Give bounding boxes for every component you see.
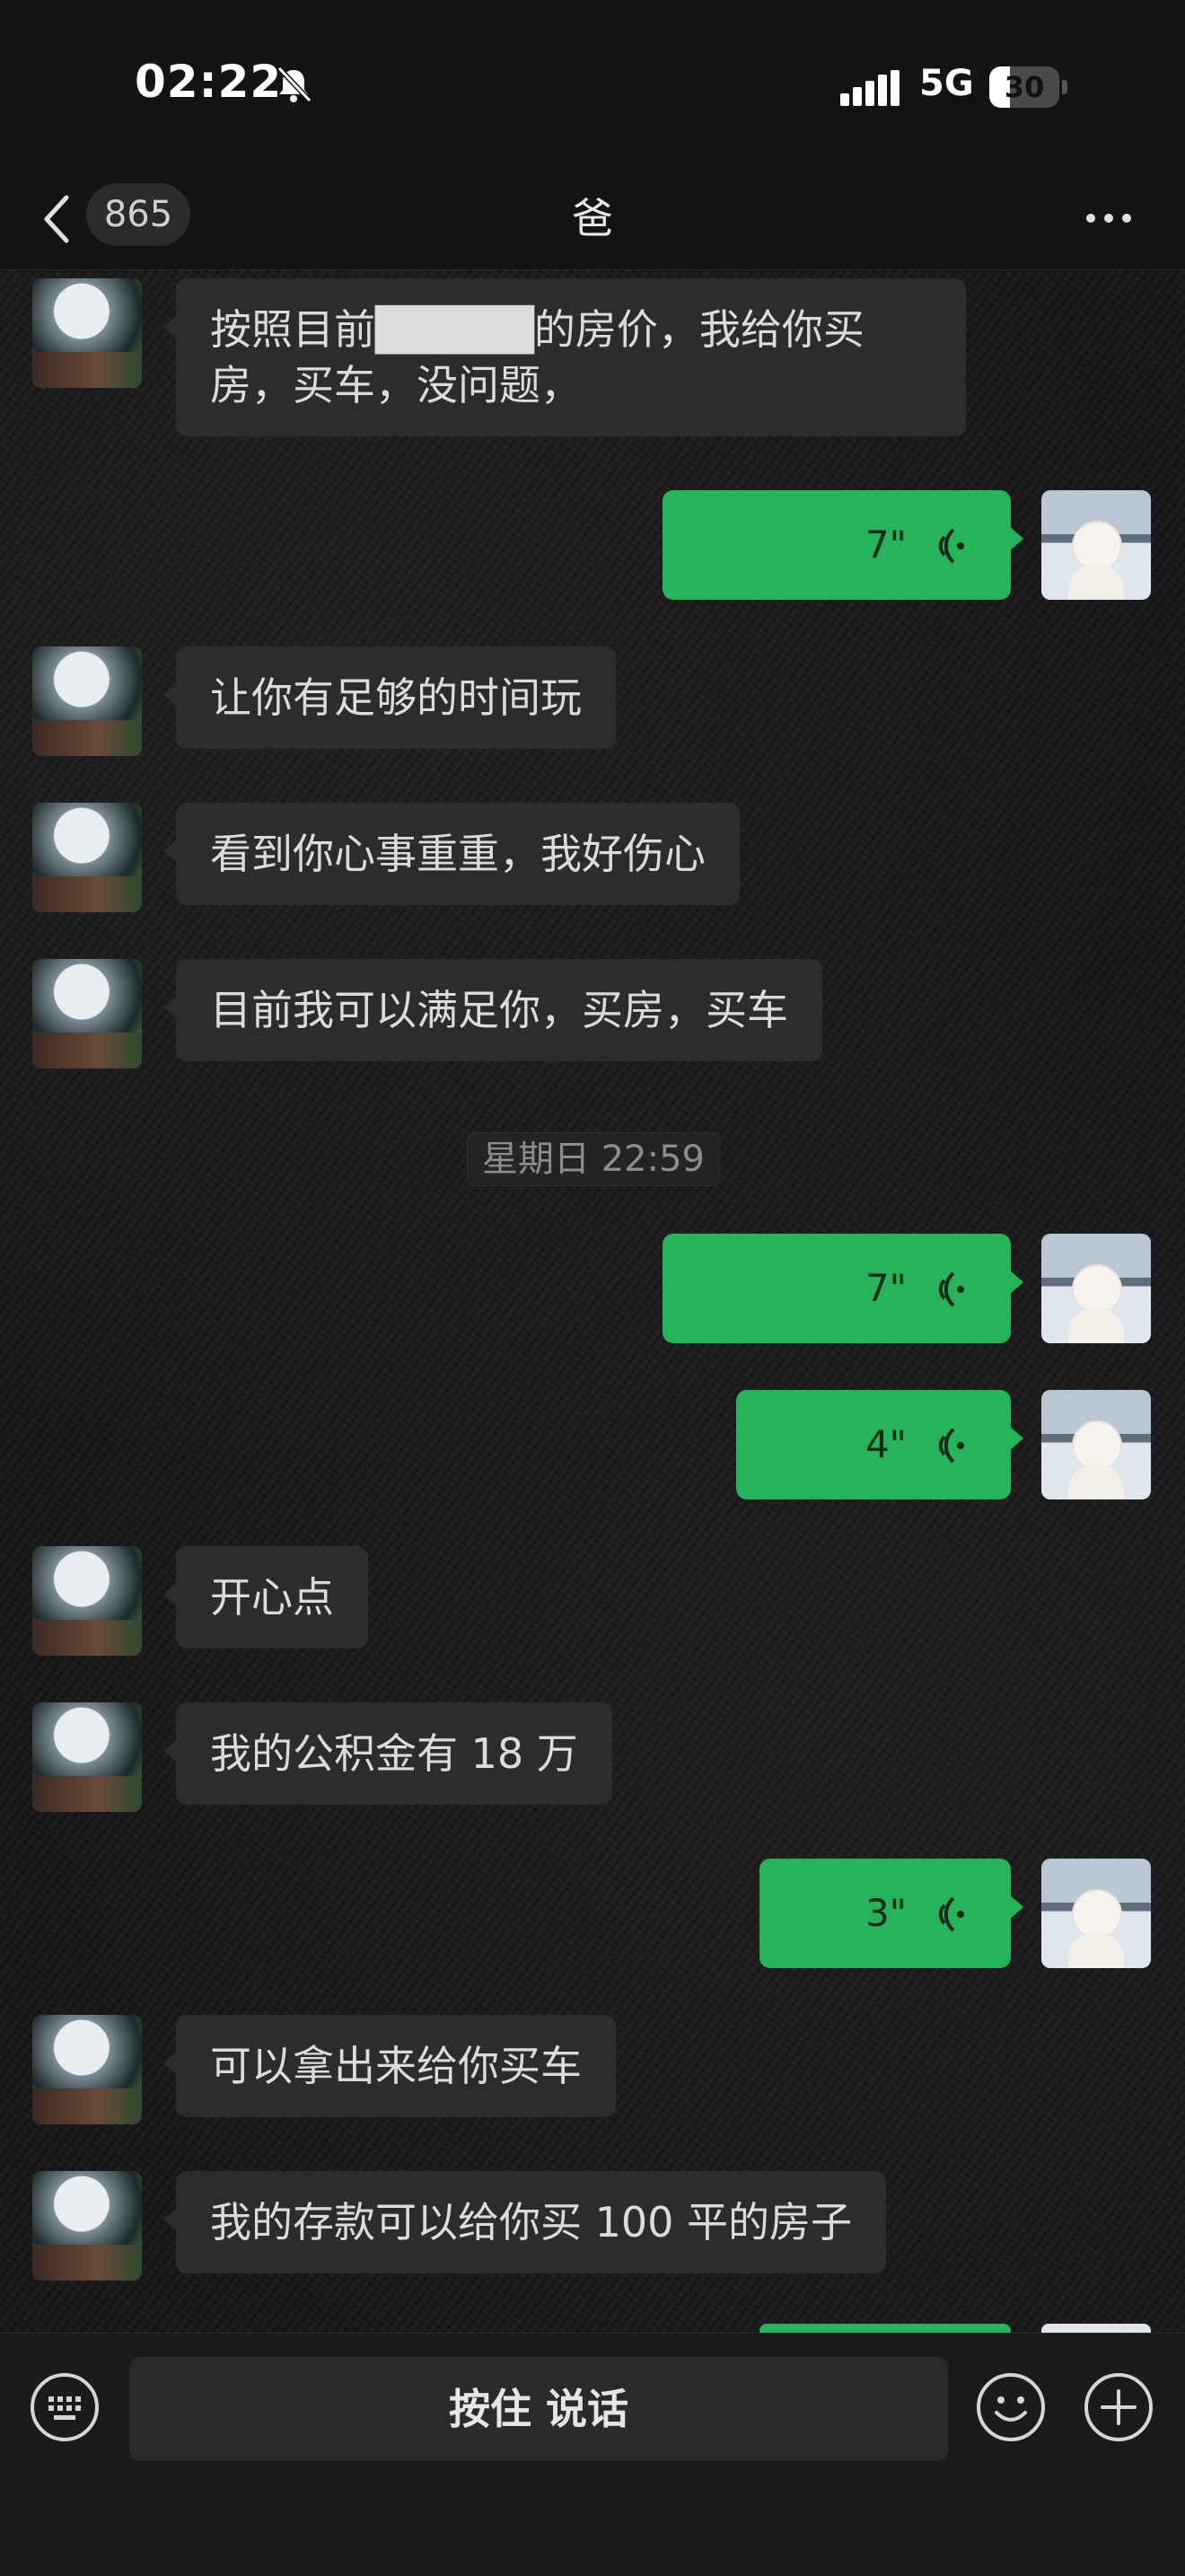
contact-avatar[interactable] (32, 1546, 142, 1656)
plus-icon[interactable] (1083, 2371, 1154, 2443)
contact-avatar[interactable] (32, 959, 142, 1068)
voice-wave-icon (938, 1428, 964, 1464)
signal-icon (840, 70, 900, 106)
message-bubble[interactable]: 目前我可以满足你，买房，买车 (163, 959, 822, 1061)
voice-wave-icon (938, 1896, 964, 1932)
voice-wave-icon (938, 1271, 964, 1307)
more-dots-icon[interactable] (1082, 205, 1136, 232)
battery-icon: 30 (989, 66, 1068, 108)
my-avatar[interactable] (1041, 1859, 1151, 1968)
unread-count-badge[interactable]: 865 (86, 183, 190, 246)
network-type: 5G (919, 63, 974, 104)
chat-header: 865 爸 (0, 171, 1185, 270)
voice-message[interactable]: 3" (759, 1859, 1023, 1968)
voice-duration: 3" (865, 1891, 907, 1935)
contact-avatar[interactable] (32, 278, 142, 388)
status-bar: 02:22 5G 30 (0, 0, 1185, 171)
keyboard-icon[interactable] (29, 2371, 101, 2443)
emoji-icon[interactable] (975, 2371, 1047, 2443)
my-avatar[interactable] (1041, 490, 1151, 600)
my-avatar[interactable] (1041, 1234, 1151, 1343)
message-bubble[interactable]: 让你有足够的时间玩 (163, 646, 616, 749)
chat-title: 爸 (572, 194, 613, 242)
message-bubble[interactable]: 可以拿出来给你买车 (163, 2015, 616, 2117)
my-avatar[interactable] (1041, 1390, 1151, 1499)
voice-wave-icon (938, 528, 964, 564)
battery-level: 30 (1004, 70, 1045, 104)
voice-message[interactable]: 4" (736, 1390, 1023, 1499)
status-time: 02:22 (135, 56, 283, 108)
voice-duration: 4" (865, 1422, 907, 1466)
bell-slash-icon (276, 66, 312, 103)
message-bubble[interactable]: 我的公积金有 18 万 (163, 1702, 612, 1805)
contact-avatar[interactable] (32, 2015, 142, 2124)
voice-message-partial[interactable] (759, 2324, 1011, 2333)
message-bubble[interactable]: 看到你心事重重，我好伤心 (163, 803, 740, 905)
chat-timestamp: 星期日 22:59 (467, 1132, 720, 1186)
voice-duration: 7" (865, 1266, 907, 1310)
message-bubble[interactable]: 按照目前█████的房价，我给你买房，买车，没问题， (163, 278, 966, 436)
hold-to-talk-button[interactable]: 按住 说话 (129, 2357, 948, 2461)
voice-message[interactable]: 7" (663, 490, 1023, 600)
contact-avatar[interactable] (32, 2171, 142, 2281)
my-avatar-partial[interactable] (1041, 2324, 1151, 2333)
contact-avatar[interactable] (32, 1702, 142, 1812)
input-bar: 按住 说话 (0, 2333, 1185, 2576)
contact-avatar[interactable] (32, 803, 142, 912)
chevron-left-icon[interactable] (40, 190, 72, 248)
message-bubble[interactable]: 开心点 (163, 1546, 368, 1648)
message-bubble[interactable]: 我的存款可以给你买 100 平的房子 (162, 2171, 887, 2273)
voice-duration: 7" (865, 523, 907, 567)
voice-message[interactable]: 7" (663, 1234, 1023, 1343)
contact-avatar[interactable] (32, 646, 142, 756)
